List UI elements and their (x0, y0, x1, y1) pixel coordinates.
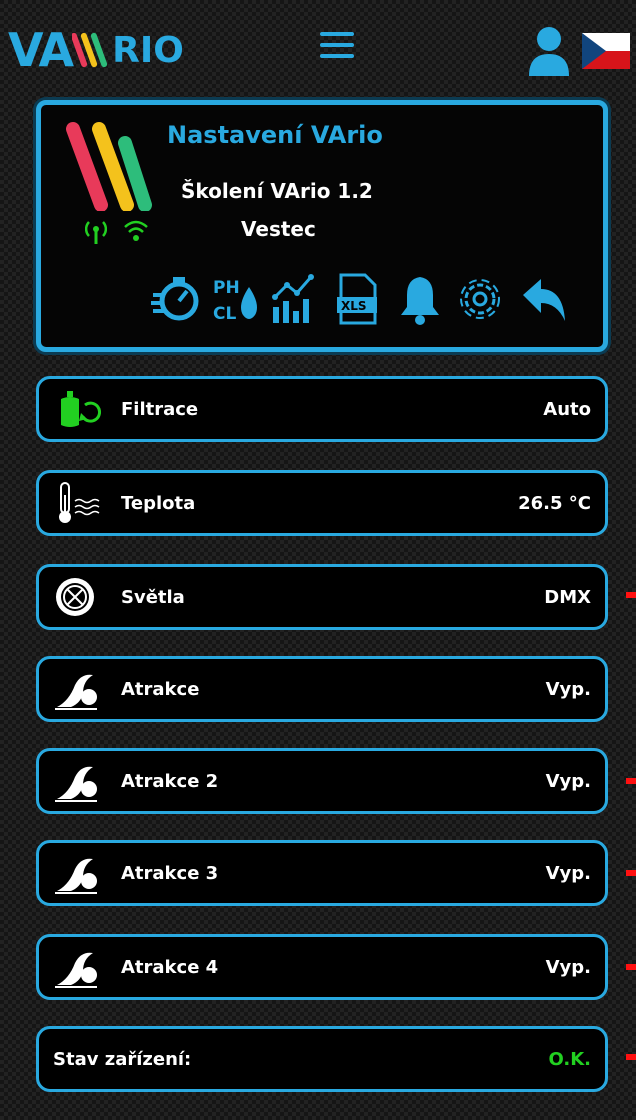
cellular-signal-icon (85, 221, 107, 244)
card-subtitle: Školení VArio 1.2 (181, 179, 373, 203)
svg-text:PH: PH (213, 278, 240, 298)
top-bar: VA RIO (0, 0, 636, 88)
row-label: Atrakce 3 (121, 863, 219, 884)
dosing-timer-icon[interactable] (151, 273, 201, 325)
card-title: Nastavení VArio (167, 121, 383, 149)
attraction-wave-icon (55, 858, 97, 894)
statistics-chart-icon[interactable] (271, 273, 321, 325)
alert-marker (626, 964, 636, 970)
vario-brand-icon (66, 122, 152, 211)
back-arrow-icon[interactable] (519, 273, 569, 325)
status-label: Stav zařízení: (53, 1049, 192, 1070)
alert-marker (626, 778, 636, 784)
filtration-icon (61, 391, 101, 427)
row-label: Světla (121, 587, 185, 608)
light-icon (56, 578, 94, 616)
row-temperature[interactable]: Teplota 26.5 °C (36, 470, 608, 536)
row-value: Vyp. (545, 679, 591, 700)
row-value: 26.5 °C (518, 493, 591, 514)
czech-flag-icon[interactable] (582, 33, 630, 69)
row-device-status[interactable]: Stav zařízení: O.K. (36, 1026, 608, 1092)
row-label: Atrakce 2 (121, 771, 219, 792)
user-icon[interactable] (527, 26, 571, 78)
row-label: Filtrace (121, 399, 199, 420)
device-header-card: Nastavení VArio Školení VArio 1.2 Vestec… (36, 100, 608, 352)
row-attraction-4[interactable]: Atrakce 4 Vyp. (36, 934, 608, 1000)
hamburger-icon[interactable] (320, 32, 354, 62)
row-value: Vyp. (545, 957, 591, 978)
row-value: Vyp. (545, 863, 591, 884)
svg-text:CL: CL (213, 304, 236, 324)
card-location: Vestec (241, 217, 316, 241)
row-label: Atrakce (121, 679, 200, 700)
row-lights[interactable]: Světla DMX (36, 564, 608, 630)
alert-marker (626, 1054, 636, 1060)
wifi-signal-icon (124, 220, 148, 241)
row-attraction-3[interactable]: Atrakce 3 Vyp. (36, 840, 608, 906)
row-value: Auto (543, 399, 591, 420)
logo-letters: VA (8, 23, 74, 77)
alarm-bell-icon[interactable] (395, 273, 445, 325)
attraction-wave-icon (55, 766, 97, 802)
logo-stripes-icon (72, 32, 108, 68)
row-filtration[interactable]: Filtrace Auto (36, 376, 608, 442)
row-label: Teplota (121, 493, 196, 514)
attraction-wave-icon (55, 674, 97, 710)
alert-marker (626, 592, 636, 598)
temperature-icon (59, 482, 100, 523)
status-value: O.K. (548, 1049, 591, 1070)
row-value: DMX (544, 587, 591, 608)
vario-logo[interactable]: VA RIO (8, 20, 184, 80)
row-attraction-2[interactable]: Atrakce 2 Vyp. (36, 748, 608, 814)
header-toolbar: PH CL XLS (151, 273, 601, 329)
ph-cl-icon[interactable]: PH CL (211, 273, 261, 325)
xls-export-icon[interactable]: XLS (333, 273, 383, 325)
settings-gear-icon[interactable] (455, 273, 505, 325)
row-label: Atrakce 4 (121, 957, 219, 978)
svg-text:XLS: XLS (341, 299, 367, 313)
row-value: Vyp. (545, 771, 591, 792)
row-attraction[interactable]: Atrakce Vyp. (36, 656, 608, 722)
logo-rest: RIO (112, 29, 184, 71)
attraction-wave-icon (55, 952, 97, 988)
alert-marker (626, 870, 636, 876)
